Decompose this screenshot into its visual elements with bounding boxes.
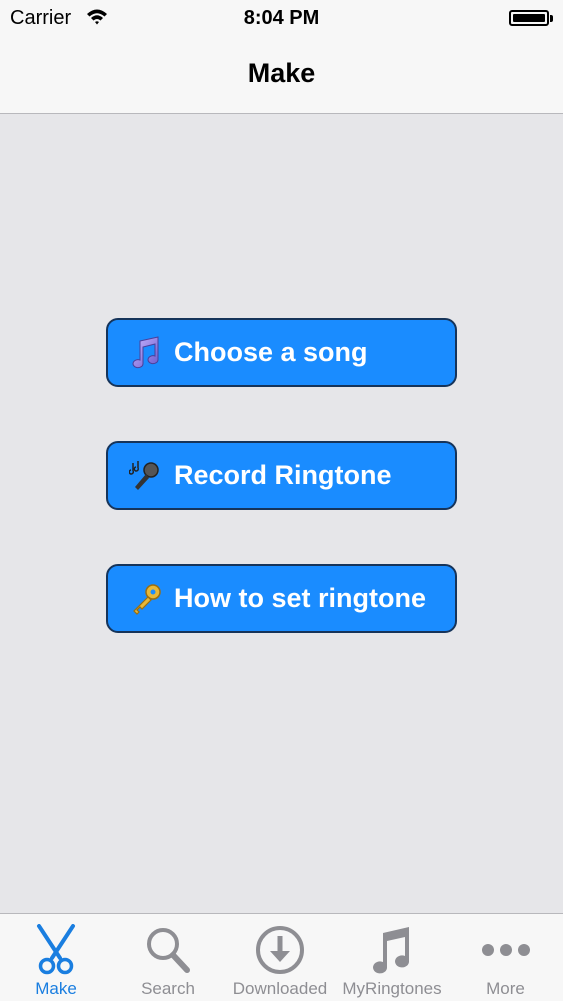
tab-more[interactable]: More	[448, 914, 563, 1001]
download-icon	[224, 922, 336, 978]
search-icon	[112, 922, 224, 978]
record-ringtone-button[interactable]: Record Ringtone	[106, 441, 457, 510]
status-time: 8:04 PM	[243, 7, 320, 29]
tab-make[interactable]: Make	[0, 914, 112, 1001]
header: Carrier 8:04 PM Make	[0, 0, 563, 114]
music-note-icon	[336, 922, 448, 978]
scissors-icon	[0, 922, 112, 978]
choose-song-button[interactable]: Choose a song	[106, 318, 457, 387]
tab-label-more: More	[486, 979, 525, 998]
tab-label-downloaded: Downloaded	[232, 979, 328, 998]
how-to-set-ringtone-label: How to set ringtone	[174, 583, 426, 613]
how-to-set-ringtone-button[interactable]: How to set ringtone	[106, 564, 457, 633]
musical-note-icon	[128, 335, 164, 371]
choose-song-label: Choose a song	[174, 337, 368, 367]
microphone-icon	[128, 458, 164, 494]
page-title: Make	[247, 58, 316, 88]
battery-tip	[550, 15, 553, 22]
record-ringtone-label: Record Ringtone	[174, 460, 392, 490]
key-icon	[128, 581, 164, 617]
tab-label-myringtones: MyRingtones	[342, 979, 442, 998]
tab-bar: Make Search Downloaded MyRingtones More	[0, 913, 563, 1001]
status-bar: Carrier 8:04 PM	[0, 0, 563, 36]
battery-icon	[509, 10, 549, 26]
tab-label-search: Search	[141, 979, 195, 998]
more-icon	[448, 922, 563, 978]
tab-search[interactable]: Search	[112, 914, 224, 1001]
tab-downloaded[interactable]: Downloaded	[224, 914, 336, 1001]
tab-label-make: Make	[35, 979, 77, 998]
tab-myringtones[interactable]: MyRingtones	[336, 914, 448, 1001]
